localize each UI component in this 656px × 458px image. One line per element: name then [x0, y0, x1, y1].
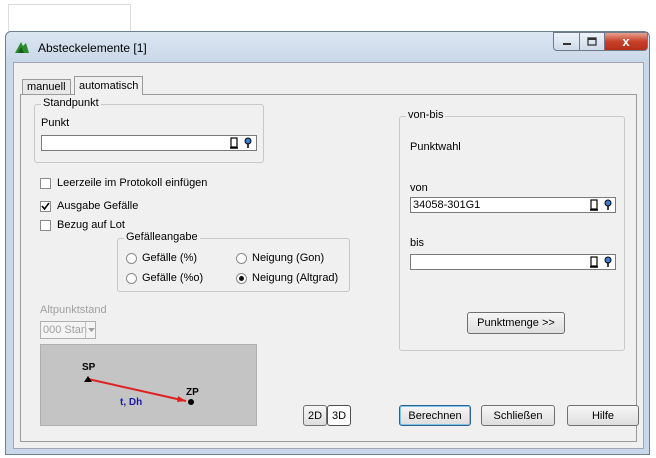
title-bar[interactable]: Absteckelemente [1] x — [6, 32, 649, 62]
checkmark-icon — [41, 202, 50, 211]
maximize-button[interactable] — [579, 32, 605, 51]
radio-gefaelle-promille-label[interactable]: Gefälle (%o) — [142, 272, 203, 284]
radio-gefaelle-prozent[interactable] — [126, 253, 137, 264]
standpunkt-legend: Standpunkt — [41, 97, 101, 109]
von-bis-group: von-bis Punktwahl von 34058-301G1 bis Pu… — [399, 109, 625, 351]
leerzeile-label[interactable]: Leerzeile im Protokoll einfügen — [57, 177, 207, 189]
punkt-input[interactable] — [41, 135, 257, 151]
zp-label: ZP — [186, 387, 199, 398]
maximize-icon — [587, 37, 597, 46]
distance-label: t, Dh — [120, 397, 143, 408]
gefaelleangabe-group: Gefälleangabe Gefälle (%) Neigung (Gon) … — [117, 231, 350, 292]
punktwahl-label: Punktwahl — [410, 141, 461, 153]
punkt-label: Punkt — [41, 117, 70, 129]
combo-dropdown-button[interactable] — [85, 322, 97, 338]
leerzeile-checkbox[interactable] — [40, 178, 51, 189]
ausgabe-gefaelle-checkbox[interactable] — [40, 201, 51, 212]
hilfe-button[interactable]: Hilfe — [567, 405, 639, 426]
search-von-point-icon[interactable] — [602, 199, 614, 211]
punktmenge-button[interactable]: Punktmenge >> — [467, 312, 565, 334]
berechnen-button[interactable]: Berechnen — [399, 405, 471, 426]
minimize-icon — [562, 42, 571, 45]
app-logo-icon — [15, 42, 29, 53]
radio-neigung-altgrad[interactable] — [236, 273, 247, 284]
von-input[interactable]: 34058-301G1 — [410, 197, 616, 213]
standpunkt-group: Standpunkt Punkt — [34, 97, 264, 163]
view-3d-button[interactable]: 3D — [327, 405, 351, 426]
radio-neigung-gon[interactable] — [236, 253, 247, 264]
tab-panel-automatisch: Standpunkt Punkt Leerzeile im Protokoll … — [20, 94, 639, 442]
bezug-lot-checkbox[interactable] — [40, 220, 51, 231]
close-button[interactable]: x — [604, 32, 648, 51]
window-title: Absteckelemente [1] — [38, 41, 147, 55]
direction-arrow-graphic — [84, 376, 194, 405]
schliessen-button[interactable]: Schließen — [481, 405, 555, 426]
dialog-window: Absteckelemente [1] x manuell automatisc… — [5, 31, 650, 455]
bezug-lot-label[interactable]: Bezug auf Lot — [57, 219, 125, 231]
altpunktstand-label: Altpunktstand — [40, 304, 107, 316]
radio-gefaelle-promille[interactable] — [126, 273, 137, 284]
minimize-button[interactable] — [553, 32, 580, 51]
close-icon: x — [622, 34, 630, 49]
radio-neigung-altgrad-label[interactable]: Neigung (Altgrad) — [252, 272, 338, 284]
select-bis-point-icon[interactable] — [589, 256, 601, 268]
bis-input[interactable] — [410, 254, 616, 270]
von-bis-legend: von-bis — [406, 109, 446, 121]
tab-manuell[interactable]: manuell — [22, 79, 71, 94]
search-bis-point-icon[interactable] — [602, 256, 614, 268]
chevron-down-icon — [88, 328, 95, 332]
tab-automatisch[interactable]: automatisch — [74, 76, 144, 95]
sp-label: SP — [82, 362, 96, 373]
select-von-point-icon[interactable] — [589, 199, 601, 211]
von-label: von — [410, 182, 428, 194]
view-2d-button[interactable]: 2D — [303, 405, 327, 426]
radio-neigung-gon-label[interactable]: Neigung (Gon) — [252, 252, 324, 264]
ausgabe-gefaelle-label[interactable]: Ausgabe Gefälle — [57, 200, 138, 212]
radio-gefaelle-prozent-label[interactable]: Gefälle (%) — [142, 252, 197, 264]
search-point-icon[interactable] — [242, 137, 254, 149]
direction-preview: SP ZP t, Dh — [40, 344, 257, 426]
bis-label: bis — [410, 237, 425, 249]
dialog-client-area: manuell automatisch Standpunkt Punkt Lee… — [13, 62, 644, 449]
select-point-icon[interactable] — [229, 137, 241, 149]
gefaelleangabe-legend: Gefälleangabe — [124, 231, 200, 243]
background-window-stub — [8, 4, 131, 32]
